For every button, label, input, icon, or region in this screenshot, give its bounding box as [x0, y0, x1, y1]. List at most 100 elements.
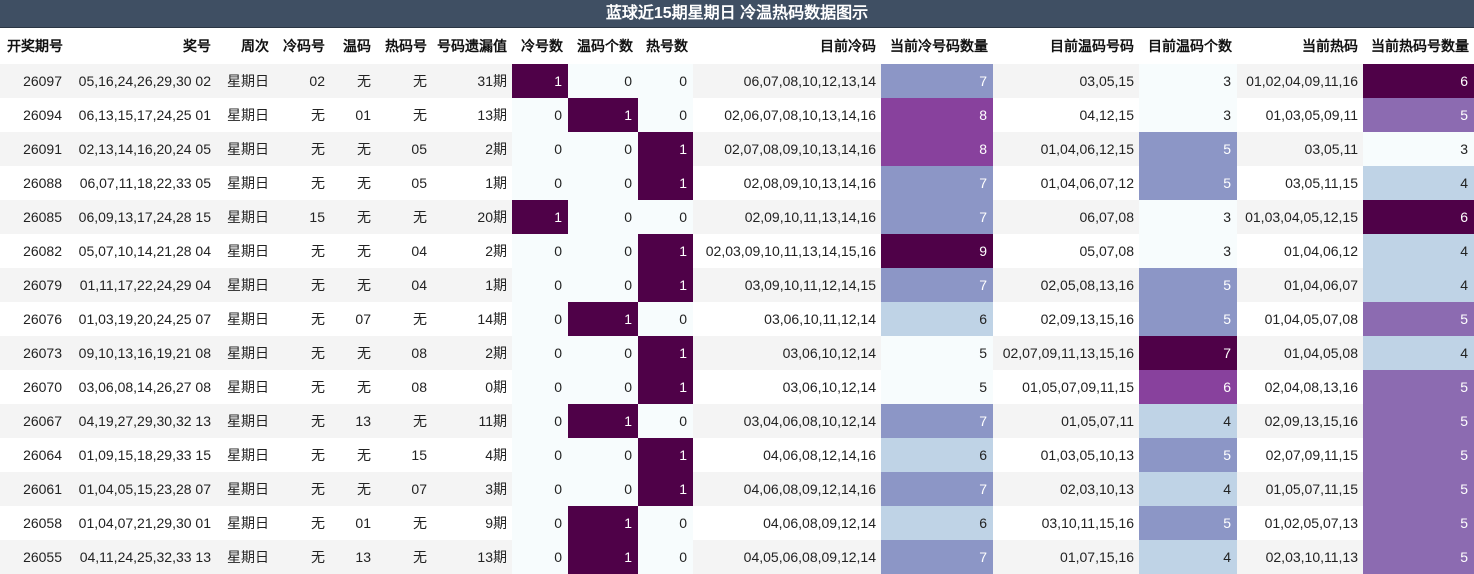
header-warm[interactable]: 温码	[330, 28, 376, 64]
cell-current-cold-count: 7	[881, 472, 993, 506]
cell-hot-count: 1	[638, 336, 693, 370]
cell-hot: 05	[376, 166, 432, 200]
cell-current-cold-count: 8	[881, 132, 993, 166]
header-current-warm-count[interactable]: 目前温码个数	[1139, 28, 1237, 64]
cell-warm-count: 1	[568, 540, 638, 574]
header-miss[interactable]: 号码遗漏值	[432, 28, 512, 64]
cell-current-cold: 06,07,08,10,12,13,14	[693, 64, 881, 98]
header-hot-count[interactable]: 热号数	[638, 28, 693, 64]
table-row[interactable]: 26097 05,16,24,26,29,30 02 星期日 02 无无 31期 1 0 0 06…	[0, 64, 1474, 98]
table-row[interactable]: 26076 01,03,19,20,24,25 07 星期日无 07 无 14期 0 1 0 03…	[0, 302, 1474, 336]
cell-period: 26070	[0, 370, 68, 404]
header-cold[interactable]: 冷码号	[274, 28, 330, 64]
cell-warm-count: 0	[568, 268, 638, 302]
cell-warm: 无	[330, 268, 376, 302]
cell-current-warm: 01,05,07,11	[993, 404, 1139, 438]
cell-current-warm-count: 5	[1139, 132, 1237, 166]
cell-hot: 15	[376, 438, 432, 472]
cell-hot: 无	[376, 200, 432, 234]
header-current-cold[interactable]: 目前冷码	[693, 28, 881, 64]
cell-current-cold-count: 7	[881, 200, 993, 234]
cell-current-hot-count: 3	[1363, 132, 1474, 166]
header-numbers[interactable]: 奖号	[68, 28, 216, 64]
cell-cold-count: 0	[512, 404, 568, 438]
cell-miss: 13期	[432, 98, 512, 132]
cell-hot-count: 1	[638, 234, 693, 268]
cell-current-hot-count: 5	[1363, 506, 1474, 540]
cell-weekday: 星期日	[216, 404, 274, 438]
cell-current-hot-count: 5	[1363, 438, 1474, 472]
cell-current-hot-count: 6	[1363, 64, 1474, 98]
cell-numbers: 01,04,05,15,23,28 07	[68, 472, 216, 506]
header-row: 开奖期号 奖号 周次 冷码号 温码 热码号 号码遗漏值 冷号数 温码个数 热号数…	[0, 28, 1474, 64]
cell-current-hot: 03,05,11,15	[1237, 166, 1363, 200]
table-row[interactable]: 26061 01,04,05,15,23,28 07 星期日无无 07 3期 0 0 1 04,…	[0, 472, 1474, 506]
header-current-hot[interactable]: 当前热码	[1237, 28, 1363, 64]
header-weekday[interactable]: 周次	[216, 28, 274, 64]
table-row[interactable]: 26067 04,19,27,29,30,32 13 星期日无 13 无 11期 0 1 0 03…	[0, 404, 1474, 438]
header-current-warm[interactable]: 目前温码号码	[993, 28, 1139, 64]
cell-hot: 07	[376, 472, 432, 506]
cell-numbers: 01,09,15,18,29,33 15	[68, 438, 216, 472]
cell-current-warm: 01,07,15,16	[993, 540, 1139, 574]
cell-period: 26067	[0, 404, 68, 438]
header-warm-count[interactable]: 温码个数	[568, 28, 638, 64]
cell-cold: 无	[274, 166, 330, 200]
cell-miss: 11期	[432, 404, 512, 438]
header-current-hot-count[interactable]: 当前热码号数量	[1363, 28, 1474, 64]
cell-current-warm: 02,09,13,15,16	[993, 302, 1139, 336]
table-row[interactable]: 26055 04,11,24,25,32,33 13 星期日无 13 无 13期 0 1 0 04…	[0, 540, 1474, 574]
header-period[interactable]: 开奖期号	[0, 28, 68, 64]
cell-cold: 无	[274, 472, 330, 506]
cell-current-cold-count: 6	[881, 302, 993, 336]
cell-weekday: 星期日	[216, 132, 274, 166]
cell-current-warm: 03,05,15	[993, 64, 1139, 98]
header-current-cold-count[interactable]: 当前冷号码数量	[881, 28, 993, 64]
cell-miss: 4期	[432, 438, 512, 472]
cell-current-cold-count: 7	[881, 166, 993, 200]
cell-numbers: 06,13,15,17,24,25 01	[68, 98, 216, 132]
cell-hot: 无	[376, 506, 432, 540]
table-row[interactable]: 26070 03,06,08,14,26,27 08 星期日无无 08 0期 0 0 1 03,…	[0, 370, 1474, 404]
cell-period: 26097	[0, 64, 68, 98]
cell-weekday: 星期日	[216, 302, 274, 336]
cell-weekday: 星期日	[216, 336, 274, 370]
cell-current-cold-count: 6	[881, 438, 993, 472]
cell-current-hot-count: 6	[1363, 200, 1474, 234]
cell-miss: 1期	[432, 268, 512, 302]
cell-cold-count: 0	[512, 472, 568, 506]
cell-current-cold: 03,09,10,11,12,14,15	[693, 268, 881, 302]
cell-current-hot-count: 4	[1363, 166, 1474, 200]
cell-warm-count: 1	[568, 98, 638, 132]
cell-current-cold: 02,06,07,08,10,13,14,16	[693, 98, 881, 132]
table-row[interactable]: 26091 02,13,14,16,20,24 05 星期日无无 05 2期 0 0 1 02,…	[0, 132, 1474, 166]
cell-warm-count: 0	[568, 166, 638, 200]
table-row[interactable]: 26094 06,13,15,17,24,25 01 星期日无 01 无 13期 0 1 0 02…	[0, 98, 1474, 132]
table-row[interactable]: 26088 06,07,11,18,22,33 05 星期日无无 05 1期 0 0 1 02,…	[0, 166, 1474, 200]
table-row[interactable]: 26079 01,11,17,22,24,29 04 星期日无无 04 1期 0 0 1 03,…	[0, 268, 1474, 302]
table-row[interactable]: 26058 01,04,07,21,29,30 01 星期日无 01 无 9期 0 1 0 04,…	[0, 506, 1474, 540]
cell-current-hot: 01,05,07,11,15	[1237, 472, 1363, 506]
cell-hot-count: 0	[638, 540, 693, 574]
header-cold-count[interactable]: 冷号数	[512, 28, 568, 64]
data-table: 开奖期号 奖号 周次 冷码号 温码 热码号 号码遗漏值 冷号数 温码个数 热号数…	[0, 28, 1474, 574]
table-row[interactable]: 26082 05,07,10,14,21,28 04 星期日无无 04 2期 0 0 1 02,…	[0, 234, 1474, 268]
header-hot[interactable]: 热码号	[376, 28, 432, 64]
cell-current-warm-count: 3	[1139, 234, 1237, 268]
cell-current-hot-count: 4	[1363, 234, 1474, 268]
table-row[interactable]: 26085 06,09,13,17,24,28 15 星期日 15 无无 20期 1 0 0 02…	[0, 200, 1474, 234]
cell-current-hot: 01,02,04,09,11,16	[1237, 64, 1363, 98]
cell-miss: 2期	[432, 132, 512, 166]
cell-current-cold: 02,03,09,10,11,13,14,15,16	[693, 234, 881, 268]
cell-cold: 无	[274, 302, 330, 336]
cell-cold: 无	[274, 370, 330, 404]
table-row[interactable]: 26064 01,09,15,18,29,33 15 星期日无无 15 4期 0 0 1 04,…	[0, 438, 1474, 472]
cell-hot-count: 0	[638, 404, 693, 438]
cell-cold: 15	[274, 200, 330, 234]
cell-current-cold-count: 6	[881, 506, 993, 540]
table-row[interactable]: 26073 09,10,13,16,19,21 08 星期日无无 08 2期 0 0 1 03,…	[0, 336, 1474, 370]
cell-cold-count: 0	[512, 336, 568, 370]
cell-current-hot: 01,04,05,08	[1237, 336, 1363, 370]
cell-cold: 无	[274, 506, 330, 540]
cell-warm: 01	[330, 98, 376, 132]
